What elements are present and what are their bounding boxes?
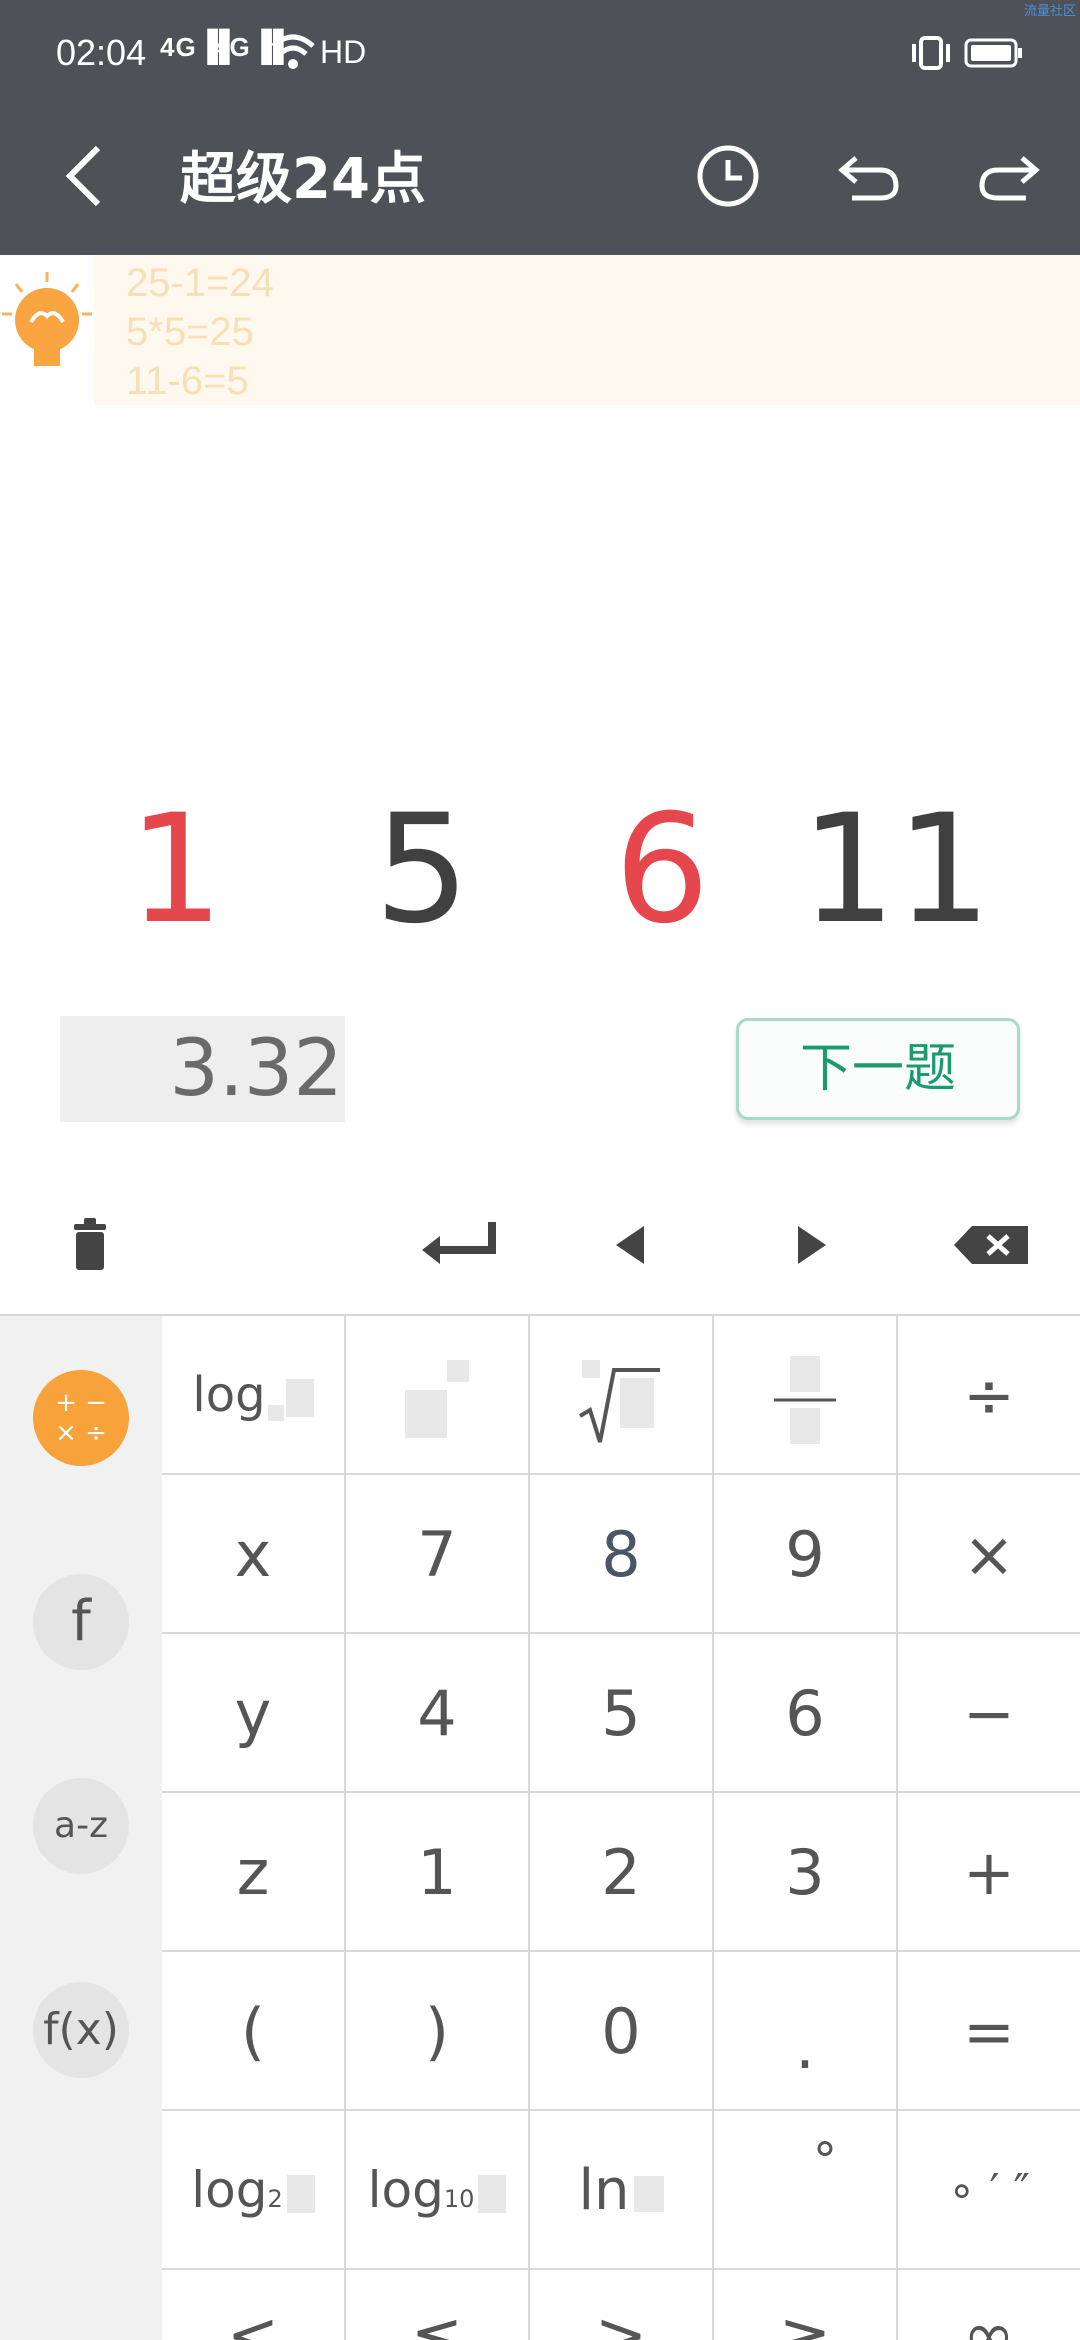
key-minus[interactable]: − bbox=[898, 1634, 1080, 1793]
key-5[interactable]: 5 bbox=[530, 1634, 714, 1793]
key-1[interactable]: 1 bbox=[346, 1793, 530, 1952]
vibrate-icon bbox=[912, 36, 950, 70]
hd-indicator: HD bbox=[320, 34, 367, 70]
key-9[interactable]: 9 bbox=[714, 1475, 898, 1634]
clock-icon[interactable] bbox=[688, 136, 768, 216]
status-bar: 02:04 4G▐▌ 4G▐▌ HD 流量社区 bbox=[0, 0, 1080, 108]
key-dms[interactable]: ∘ ′ ″ bbox=[898, 2111, 1080, 2270]
number-card-2[interactable]: 5 bbox=[322, 790, 522, 950]
key-greater-equal[interactable]: ≥ bbox=[714, 2270, 898, 2340]
undo-icon[interactable] bbox=[830, 136, 910, 216]
arithmetic-icon: + − × ÷ bbox=[55, 1388, 107, 1448]
next-question-button[interactable]: 下一题 bbox=[736, 1018, 1020, 1120]
function-mode-button[interactable]: f bbox=[33, 1574, 129, 1670]
page-title: 超级24点 bbox=[180, 147, 426, 212]
key-ln[interactable]: ln bbox=[530, 2111, 714, 2270]
key-less-equal[interactable]: ≤ bbox=[346, 2270, 530, 2340]
number-card-1[interactable]: 1 bbox=[76, 790, 276, 950]
lightbulb-icon[interactable] bbox=[0, 270, 94, 390]
key-divide[interactable]: ÷ bbox=[898, 1316, 1080, 1475]
key-0[interactable]: 0 bbox=[530, 1952, 714, 2111]
key-infinity[interactable]: ∞ bbox=[898, 2270, 1080, 2340]
caret-right-icon[interactable] bbox=[766, 1210, 856, 1280]
key-open-paren[interactable]: ( bbox=[162, 1952, 346, 2111]
hint-line: 25-1=24 bbox=[126, 261, 274, 305]
number-card-4[interactable]: 11 bbox=[796, 790, 996, 950]
key-plus[interactable]: + bbox=[898, 1793, 1080, 1952]
enter-icon[interactable] bbox=[404, 1210, 514, 1280]
back-arrow-icon[interactable] bbox=[50, 136, 130, 216]
arithmetic-mode-button[interactable]: + − × ÷ bbox=[33, 1370, 129, 1466]
backspace-icon[interactable] bbox=[944, 1210, 1044, 1280]
key-log10[interactable]: log10 bbox=[346, 2111, 530, 2270]
key-2[interactable]: 2 bbox=[530, 1793, 714, 1952]
key-6[interactable]: 6 bbox=[714, 1634, 898, 1793]
key-less-than[interactable]: < bbox=[162, 2270, 346, 2340]
fx-mode-button[interactable]: f(x) bbox=[33, 1982, 129, 2078]
root-icon bbox=[578, 1359, 660, 1443]
keypad: log ÷ x 7 8 9 × y 4 5 6 − z 1 2 3 + ( ) … bbox=[162, 1316, 1080, 2340]
trash-icon[interactable] bbox=[46, 1210, 136, 1280]
key-x[interactable]: x bbox=[162, 1475, 346, 1634]
key-power[interactable] bbox=[346, 1316, 530, 1475]
hint-line: 5*5=25 bbox=[126, 310, 254, 354]
key-degree[interactable]: ° bbox=[714, 2111, 898, 2270]
wifi-icon bbox=[271, 34, 315, 69]
key-multiply[interactable]: × bbox=[898, 1475, 1080, 1634]
app-bar: 超级24点 bbox=[0, 108, 1080, 255]
key-log-base[interactable]: log bbox=[162, 1316, 346, 1475]
hint-panel: 25-1=24 5*5=25 11-6=5 bbox=[94, 255, 1080, 405]
fraction-icon bbox=[774, 1355, 836, 1444]
number-card-3[interactable]: 6 bbox=[562, 790, 762, 950]
key-z[interactable]: z bbox=[162, 1793, 346, 1952]
redo-icon[interactable] bbox=[968, 136, 1048, 216]
caret-left-icon[interactable] bbox=[586, 1210, 676, 1280]
keyboard-mode-sidebar: + − × ÷ f a-z f(x) bbox=[0, 1316, 162, 2340]
key-4[interactable]: 4 bbox=[346, 1634, 530, 1793]
key-fraction[interactable] bbox=[714, 1316, 898, 1475]
timer-display: 3.32 bbox=[60, 1016, 345, 1122]
battery-icon bbox=[964, 38, 1022, 68]
key-3[interactable]: 3 bbox=[714, 1793, 898, 1952]
corner-watermark: 流量社区 bbox=[1023, 4, 1076, 19]
status-time: 02:04 bbox=[56, 32, 147, 73]
key-close-paren[interactable]: ) bbox=[346, 1952, 530, 2111]
key-8[interactable]: 8 bbox=[530, 1475, 714, 1634]
letters-mode-button[interactable]: a-z bbox=[33, 1778, 129, 1874]
key-log2[interactable]: log2 bbox=[162, 2111, 346, 2270]
key-y[interactable]: y bbox=[162, 1634, 346, 1793]
key-decimal[interactable]: . bbox=[714, 1952, 898, 2111]
key-equals[interactable]: = bbox=[898, 1952, 1080, 2111]
key-7[interactable]: 7 bbox=[346, 1475, 530, 1634]
key-greater-than[interactable]: > bbox=[530, 2270, 714, 2340]
hint-line: 11-6=5 bbox=[126, 359, 249, 403]
key-nth-root[interactable] bbox=[530, 1316, 714, 1475]
